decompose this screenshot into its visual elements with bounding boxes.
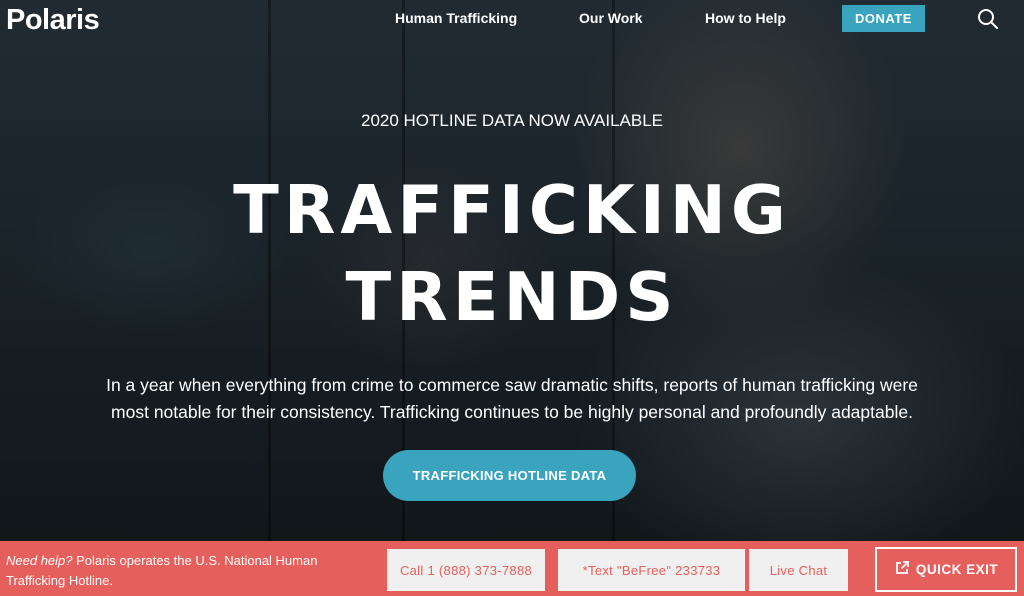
polaris-logo[interactable]: Polaris — [6, 4, 100, 37]
search-icon[interactable] — [977, 8, 999, 30]
call-hotline-button[interactable]: Call 1 (888) 373-7888 — [387, 549, 545, 591]
live-chat-button[interactable]: Live Chat — [749, 549, 848, 591]
nav-human-trafficking[interactable]: Human Trafficking — [395, 10, 517, 26]
text-befree-button[interactable]: *Text "BeFree" 233733 — [558, 549, 745, 591]
help-message: Need help? Polaris operates the U.S. Nat… — [6, 551, 366, 591]
site-header: Polaris Human Trafficking Our Work How t… — [0, 0, 1024, 40]
nav-our-work[interactable]: Our Work — [579, 10, 643, 26]
hero-content: 2020 HOTLINE DATA NOW AVAILABLE TRAFFICK… — [0, 0, 1024, 541]
quick-exit-button[interactable]: QUICK EXIT — [875, 547, 1017, 592]
help-bar: Need help? Polaris operates the U.S. Nat… — [0, 541, 1024, 596]
need-help-label: Need help? — [6, 553, 73, 568]
quick-exit-label: QUICK EXIT — [915, 562, 999, 577]
hero-headline-line2: TRENDS — [345, 258, 679, 336]
hero-headline-line1: TRAFFICKING — [233, 171, 791, 249]
trafficking-hotline-data-button[interactable]: TRAFFICKING HOTLINE DATA — [383, 450, 636, 501]
hero-eyebrow: 2020 HOTLINE DATA NOW AVAILABLE — [360, 111, 663, 130]
external-link-icon — [894, 560, 910, 579]
nav-how-to-help[interactable]: How to Help — [705, 10, 786, 26]
hero-description: In a year when everything from crime to … — [106, 375, 918, 422]
donate-button[interactable]: DONATE — [842, 5, 925, 32]
